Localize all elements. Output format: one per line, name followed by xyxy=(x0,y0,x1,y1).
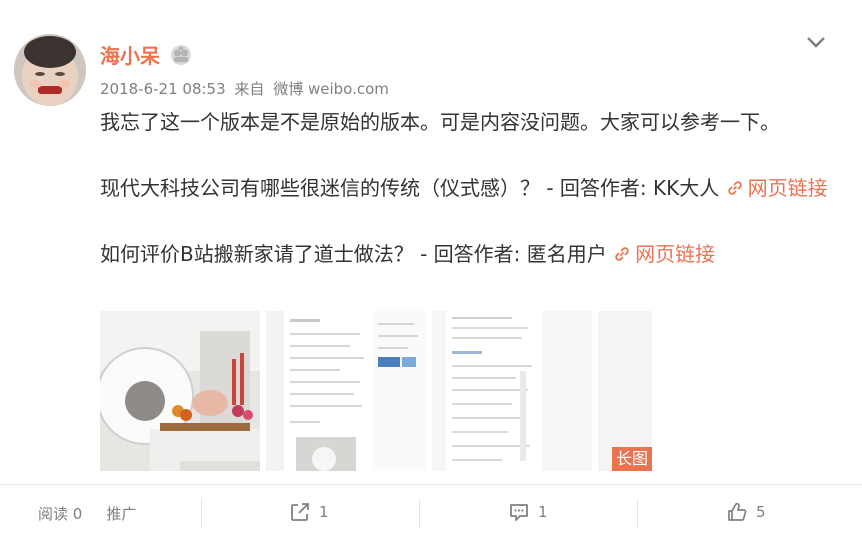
promote-button[interactable]: 推广 xyxy=(106,503,136,524)
photo-thumbnail-1[interactable] xyxy=(100,311,260,471)
post-item-1: 现代大科技公司有哪些很迷信的传统（仪式感）？ - 回答作者: KK大人 网页链接 xyxy=(100,172,840,205)
repost-button[interactable]: 1 xyxy=(289,501,329,523)
vip-badge-icon xyxy=(170,44,192,66)
comment-count: 1 xyxy=(538,503,548,521)
via-prefix: 来自 xyxy=(234,80,265,98)
like-count: 5 xyxy=(756,503,766,521)
toolbar-separator xyxy=(419,499,420,529)
web-link-2-label: 网页链接 xyxy=(635,242,716,266)
toolbar-separator xyxy=(637,499,638,529)
long-image-thumbnail-4[interactable]: 长图 xyxy=(598,311,652,471)
post-timestamp[interactable]: 2018-6-21 08:53 xyxy=(100,80,226,98)
chevron-down-icon[interactable] xyxy=(804,32,828,52)
post-item-1-text: 现代大科技公司有哪些很迷信的传统（仪式感）？ - 回答作者: KK大人 xyxy=(100,176,726,200)
screenshot-thumbnail-3[interactable] xyxy=(432,311,592,471)
post-item-2-text: 如何评价B站搬新家请了道士做法？ - 回答作者: 匿名用户 xyxy=(100,242,614,266)
username[interactable]: 海小呆 xyxy=(100,40,160,69)
post-text-line: 我忘了这一个版本是不是原始的版本。可是内容没问题。大家可以参考一下。 xyxy=(100,110,780,134)
image-grid: 长图 xyxy=(100,311,652,471)
post-content: 我忘了这一个版本是不是原始的版本。可是内容没问题。大家可以参考一下。 现代大科技… xyxy=(100,106,840,271)
post-source[interactable]: 微博 weibo.com xyxy=(273,80,389,98)
screenshot-thumbnail-2[interactable] xyxy=(266,311,426,471)
like-button[interactable]: 5 xyxy=(726,501,766,523)
post-toolbar: 阅读 0 推广 1 1 5 xyxy=(0,485,862,541)
link-chain-icon xyxy=(726,174,744,195)
comment-button[interactable]: 1 xyxy=(508,501,548,523)
post-meta: 2018-6-21 08:53 来自 微博 weibo.com xyxy=(100,78,393,99)
username-row: 海小呆 xyxy=(100,40,192,69)
comment-icon xyxy=(510,504,528,521)
avatar-image xyxy=(14,34,86,106)
post-item-2: 如何评价B站搬新家请了道士做法？ - 回答作者: 匿名用户 网页链接 xyxy=(100,238,840,271)
long-image-badge: 长图 xyxy=(611,447,652,471)
toolbar-separator xyxy=(201,499,202,529)
repost-count: 1 xyxy=(319,503,329,521)
web-link-2[interactable]: 网页链接 xyxy=(613,242,715,266)
link-chain-icon xyxy=(613,240,631,261)
web-link-1[interactable]: 网页链接 xyxy=(726,176,828,200)
stats-group: 阅读 0 推广 xyxy=(38,503,136,524)
web-link-1-label: 网页链接 xyxy=(747,176,828,200)
share-icon xyxy=(291,503,309,521)
weibo-post-card: 海小呆 2018-6-21 08:53 来自 微博 weibo.com 我忘了这… xyxy=(0,0,862,541)
thumbs-up-icon xyxy=(728,502,747,521)
read-count: 阅读 0 xyxy=(38,505,83,523)
avatar[interactable] xyxy=(14,34,86,106)
